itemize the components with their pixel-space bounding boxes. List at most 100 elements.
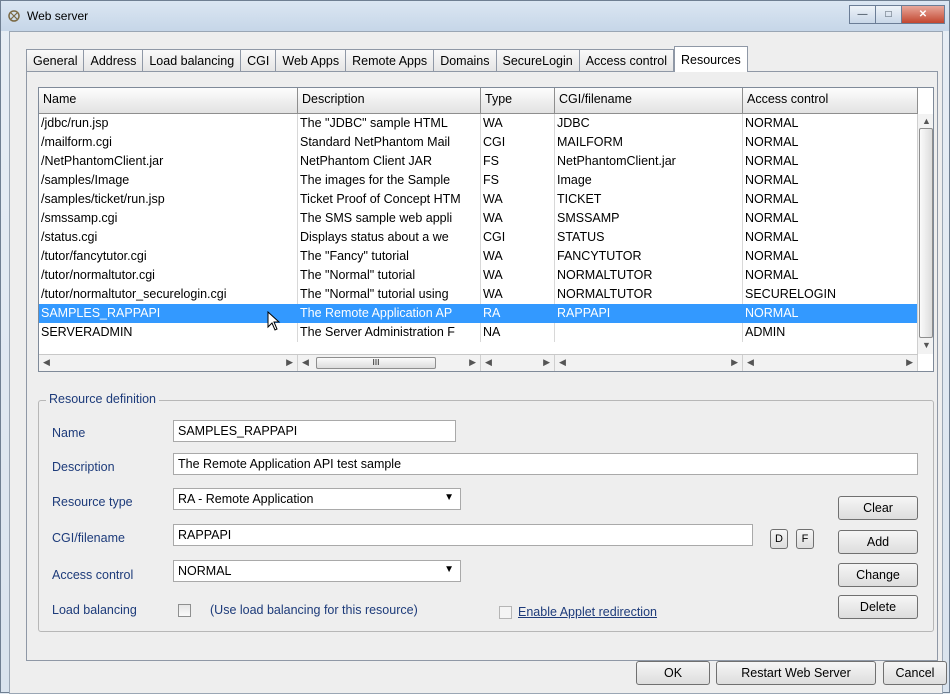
table-row[interactable]: /tutor/normaltutor.cgi The "Normal" tutor… — [39, 266, 918, 285]
add-button[interactable]: Add — [838, 530, 918, 554]
cell-description: NetPhantom Client JAR — [298, 152, 481, 171]
tab-domains[interactable]: Domains — [433, 49, 496, 73]
column-header-type[interactable]: Type — [481, 88, 555, 114]
delete-button[interactable]: Delete — [838, 595, 918, 619]
cell-cgi-filename: NetPhantomClient.jar — [555, 152, 743, 171]
column-header-name[interactable]: Name — [39, 88, 298, 114]
tab-load-balancing[interactable]: Load balancing — [142, 49, 241, 73]
cell-name: SAMPLES_RAPPAPI — [39, 304, 298, 323]
table-row[interactable]: /samples/Image The images for the Sample F… — [39, 171, 918, 190]
f-button[interactable]: F — [796, 529, 814, 549]
change-button[interactable]: Change — [838, 563, 918, 587]
cell-cgi-filename: SMSSAMP — [555, 209, 743, 228]
scroll-right-icon[interactable]: ▶ — [286, 357, 293, 368]
cell-description: The "JDBC" sample HTML — [298, 114, 481, 133]
tab-access-control[interactable]: Access control — [578, 49, 674, 73]
applet-redirection-label: Enable Applet redirection — [518, 605, 657, 619]
cell-type: RA — [481, 304, 555, 323]
scroll-left-icon[interactable]: ◀ — [485, 357, 492, 368]
ok-button[interactable]: OK — [636, 661, 710, 685]
scrollbar-segment-access[interactable]: ◀ ▶ — [743, 355, 918, 371]
load-balancing-checkbox[interactable] — [178, 604, 191, 617]
scroll-right-icon[interactable]: ▶ — [906, 357, 913, 368]
cell-type: FS — [481, 152, 555, 171]
tab-general[interactable]: General — [26, 49, 84, 73]
name-field[interactable]: SAMPLES_RAPPAPI — [173, 420, 456, 442]
scrollbar-segment-description[interactable]: ◀ III ▶ — [298, 355, 481, 371]
cell-access-control: NORMAL — [743, 228, 918, 247]
cell-name: /samples/ticket/run.jsp — [39, 190, 298, 209]
cancel-button[interactable]: Cancel — [883, 661, 947, 685]
scroll-left-icon[interactable]: ◀ — [559, 357, 566, 368]
table-row[interactable]: /jdbc/run.jsp The "JDBC" sample HTML WA JD… — [39, 114, 918, 133]
cell-cgi-filename: Image — [555, 171, 743, 190]
chevron-down-icon[interactable]: ▼ — [444, 492, 454, 503]
tab-cgi[interactable]: CGI — [240, 49, 276, 73]
cell-description: Ticket Proof of Concept HTM — [298, 190, 481, 209]
table-row[interactable]: /mailform.cgi Standard NetPhantom Mail CGI… — [39, 133, 918, 152]
maximize-icon[interactable]: □ — [875, 5, 901, 24]
cell-description: The "Fancy" tutorial — [298, 247, 481, 266]
access-control-value: NORMAL — [178, 564, 232, 578]
scrollbar-segment-name[interactable]: ◀ ▶ — [39, 355, 298, 371]
cell-access-control: NORMAL — [743, 247, 918, 266]
cell-description: The Remote Application AP — [298, 304, 481, 323]
table-row[interactable]: SAMPLES_RAPPAPI The Remote Application AP… — [39, 304, 918, 323]
description-label: Description — [52, 460, 115, 474]
cell-cgi-filename: NORMALTUTOR — [555, 285, 743, 304]
cell-type: CGI — [481, 133, 555, 152]
horizontal-scroll-thumb[interactable]: III — [316, 357, 436, 369]
scroll-up-icon[interactable]: ▲ — [922, 116, 931, 126]
close-icon[interactable]: ✕ — [901, 5, 945, 24]
scroll-left-icon[interactable]: ◀ — [747, 357, 754, 368]
table-row[interactable]: /tutor/normaltutor_securelogin.cgi The "N… — [39, 285, 918, 304]
minimize-icon[interactable]: — — [849, 5, 875, 24]
vertical-scroll-thumb[interactable] — [919, 128, 933, 338]
vertical-scrollbar[interactable]: ▲ ▼ — [917, 114, 933, 354]
access-control-label: Access control — [52, 568, 134, 582]
scroll-right-icon[interactable]: ▶ — [469, 357, 476, 368]
resource-type-select[interactable]: RA - Remote Application ▼ — [173, 488, 461, 510]
cell-description: Displays status about a we — [298, 228, 481, 247]
horizontal-scrollbar[interactable]: ◀ ▶ ◀ III ▶ ◀ ▶ ◀ ▶ ◀ ▶ — [39, 354, 918, 371]
column-header-access-control[interactable]: Access control — [743, 88, 918, 114]
table-row[interactable]: /samples/ticket/run.jsp Ticket Proof of C… — [39, 190, 918, 209]
cell-access-control: NORMAL — [743, 171, 918, 190]
scroll-right-icon[interactable]: ▶ — [543, 357, 550, 368]
tab-web-apps[interactable]: Web Apps — [275, 49, 346, 73]
cgi-filename-label: CGI/filename — [52, 531, 125, 545]
table-row[interactable]: /NetPhantomClient.jar NetPhantom Client J… — [39, 152, 918, 171]
tab-securelogin[interactable]: SecureLogin — [495, 49, 579, 73]
access-control-select[interactable]: NORMAL ▼ — [173, 560, 461, 582]
tab-remote-apps[interactable]: Remote Apps — [345, 49, 434, 73]
d-button[interactable]: D — [770, 529, 788, 549]
column-header-description[interactable]: Description — [298, 88, 481, 114]
resources-table[interactable]: Name Description Type CGI/filename Acces… — [38, 87, 934, 372]
scroll-down-icon[interactable]: ▼ — [922, 340, 931, 350]
restart-web-server-button[interactable]: Restart Web Server — [716, 661, 876, 685]
clear-button[interactable]: Clear — [838, 496, 918, 520]
table-row[interactable]: /tutor/fancytutor.cgi The "Fancy" tutoria… — [39, 247, 918, 266]
table-row[interactable]: /smssamp.cgi The SMS sample web appli WA SM… — [39, 209, 918, 228]
cell-name: /NetPhantomClient.jar — [39, 152, 298, 171]
scroll-right-icon[interactable]: ▶ — [731, 357, 738, 368]
scroll-left-icon[interactable]: ◀ — [302, 357, 309, 368]
scrollbar-segment-cgi[interactable]: ◀ ▶ — [555, 355, 743, 371]
cell-access-control: NORMAL — [743, 114, 918, 133]
description-field[interactable]: The Remote Application API test sample — [173, 453, 918, 475]
scroll-left-icon[interactable]: ◀ — [43, 357, 50, 368]
cell-name: /jdbc/run.jsp — [39, 114, 298, 133]
table-row[interactable]: SERVERADMIN The Server Administration F NA… — [39, 323, 918, 342]
cgi-filename-field[interactable]: RAPPAPI — [173, 524, 753, 546]
load-balancing-label: Load balancing — [52, 603, 137, 617]
cell-cgi-filename: NORMALTUTOR — [555, 266, 743, 285]
cell-access-control: NORMAL — [743, 152, 918, 171]
table-row[interactable]: /status.cgi Displays status about a we CGI… — [39, 228, 918, 247]
title-bar[interactable]: Web server — □ ✕ — [1, 1, 949, 31]
column-header-cgi-filename[interactable]: CGI/filename — [555, 88, 743, 114]
chevron-down-icon[interactable]: ▼ — [444, 564, 454, 575]
scrollbar-segment-type[interactable]: ◀ ▶ — [481, 355, 555, 371]
applet-redirection-checkbox[interactable] — [499, 606, 512, 619]
tab-address[interactable]: Address — [83, 49, 143, 73]
tab-resources[interactable]: Resources — [674, 46, 748, 72]
